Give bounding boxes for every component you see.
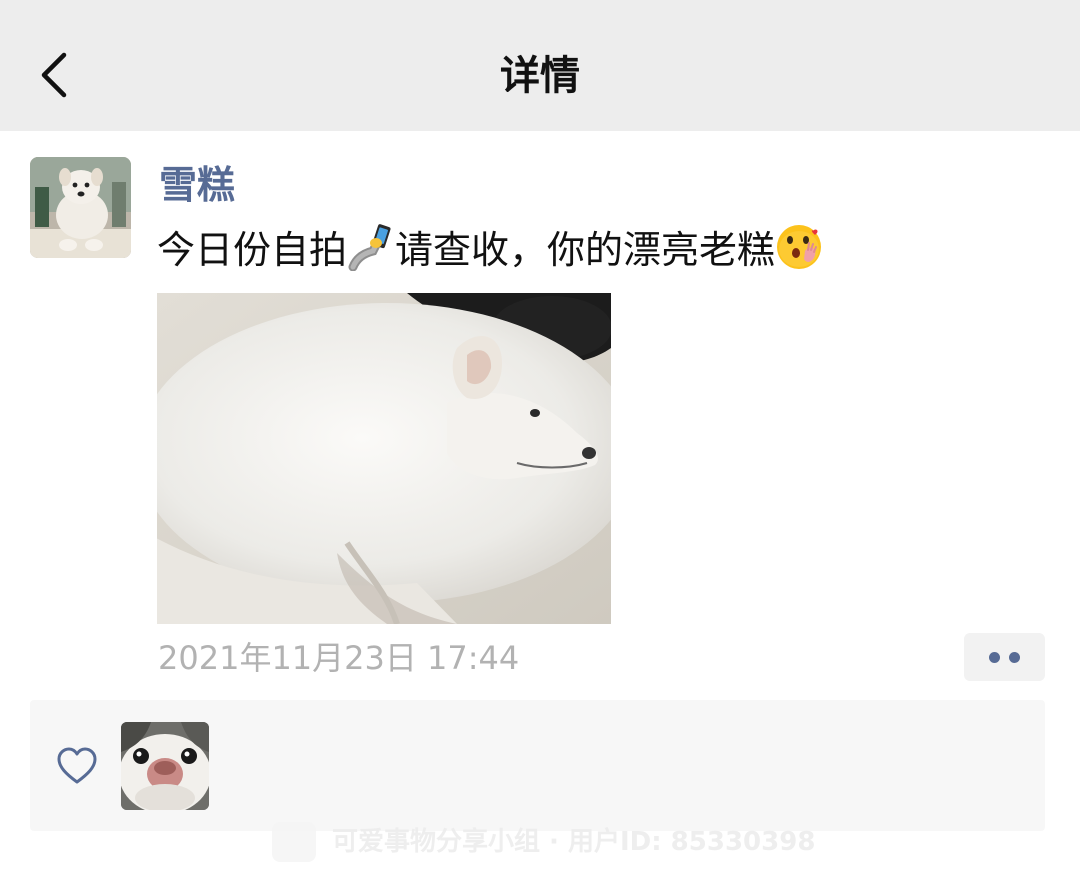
more-dots-icon [1009, 652, 1020, 663]
watermark-logo-icon [272, 822, 316, 862]
cat-avatar-image [121, 722, 209, 810]
selfie-icon [348, 224, 391, 271]
post-photo[interactable] [157, 293, 611, 624]
heart-outline-icon [57, 747, 97, 784]
liker-avatar[interactable] [121, 722, 209, 810]
dog-avatar-image [30, 157, 131, 258]
page-title: 详情 [500, 53, 580, 99]
sleeping-dog-image [157, 293, 611, 624]
more-dots-icon [989, 652, 1000, 663]
post-timestamp: 2021年11月23日 17:44 [158, 639, 520, 677]
author-avatar[interactable] [30, 157, 131, 258]
watermark-text: 可爱事物分享小组 · 用户ID: 85330398 [332, 827, 816, 857]
likes-section [30, 700, 1045, 831]
post-text-part-2: 请查收，你的漂亮老糕 [395, 228, 776, 272]
post-text-part-1: 今日份自拍 [157, 228, 348, 272]
post-text: 今日份自拍 请查收，你的漂亮老糕 [157, 222, 823, 278]
author-name[interactable]: 雪糕 [159, 160, 235, 210]
blowing-kiss-icon [777, 225, 822, 269]
more-actions-button[interactable] [964, 633, 1045, 681]
navigation-bar: 详情 [0, 0, 1080, 131]
